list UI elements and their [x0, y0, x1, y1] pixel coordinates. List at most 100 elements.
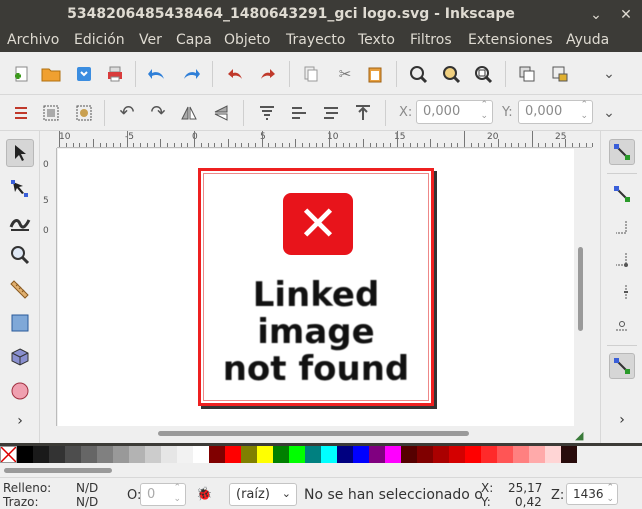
- zoom-drawing-icon[interactable]: [440, 63, 462, 85]
- lower-icon[interactable]: [320, 102, 342, 124]
- linked-image-not-found[interactable]: ✕ Linked image not found: [198, 168, 434, 406]
- color-swatch[interactable]: [177, 446, 193, 463]
- zoom-tool-icon[interactable]: [6, 241, 34, 269]
- color-swatch[interactable]: [481, 446, 497, 463]
- y-input[interactable]: 0,000 ⌃ ⌄: [518, 100, 593, 124]
- color-swatch[interactable]: [209, 446, 225, 463]
- tweak-tool-icon[interactable]: [6, 207, 34, 235]
- snap-bbox-center-icon[interactable]: [609, 311, 635, 337]
- align-list-icon[interactable]: [10, 102, 32, 124]
- cut-icon[interactable]: ✂: [334, 63, 356, 85]
- snap-bbox-edge-icon[interactable]: [609, 215, 635, 241]
- stroke-value[interactable]: N/D: [76, 495, 98, 509]
- menu-edicion[interactable]: Edición: [74, 32, 125, 48]
- snap-bbox-icon[interactable]: [609, 181, 635, 207]
- color-swatch[interactable]: [305, 446, 321, 463]
- color-swatch[interactable]: [289, 446, 305, 463]
- color-swatch[interactable]: [529, 446, 545, 463]
- y-spinner-arrows[interactable]: ⌃ ⌄: [580, 100, 588, 122]
- flip-horizontal-icon[interactable]: [178, 102, 200, 124]
- raise-to-top-icon[interactable]: [256, 102, 278, 124]
- color-swatch[interactable]: [401, 446, 417, 463]
- lower-to-bottom-icon[interactable]: [352, 102, 374, 124]
- undo-icon[interactable]: [146, 63, 168, 85]
- node-tool-icon[interactable]: [6, 175, 34, 203]
- x-spinner-arrows[interactable]: ⌃ ⌄: [480, 100, 488, 122]
- controls-more-icon[interactable]: ⌄: [598, 102, 620, 124]
- copy-icon[interactable]: [300, 63, 322, 85]
- color-swatch[interactable]: [561, 446, 577, 463]
- save-icon[interactable]: [73, 63, 95, 85]
- menu-filtros[interactable]: Filtros: [410, 32, 452, 48]
- revert-icon[interactable]: [225, 63, 247, 85]
- measure-tool-icon[interactable]: [6, 275, 34, 303]
- color-swatch[interactable]: [353, 446, 369, 463]
- zoom-selection-icon[interactable]: [407, 63, 429, 85]
- menu-objeto[interactable]: Objeto: [224, 32, 270, 48]
- color-swatch[interactable]: [497, 446, 513, 463]
- palette-scrollbar[interactable]: [0, 463, 642, 477]
- color-swatch[interactable]: [449, 446, 465, 463]
- menu-texto[interactable]: Texto: [358, 32, 395, 48]
- color-swatch[interactable]: [241, 446, 257, 463]
- paste-icon[interactable]: [364, 63, 386, 85]
- color-swatch[interactable]: [465, 446, 481, 463]
- menu-capa[interactable]: Capa: [176, 32, 212, 48]
- color-swatch[interactable]: [49, 446, 65, 463]
- ellipse-tool-icon[interactable]: [6, 377, 34, 405]
- color-swatch[interactable]: [65, 446, 81, 463]
- fill-value[interactable]: N/D: [76, 481, 98, 495]
- color-swatch[interactable]: [513, 446, 529, 463]
- snap-nodes-icon[interactable]: [609, 353, 635, 379]
- opacity-input[interactable]: 0 ⌃ ⌄: [140, 483, 186, 506]
- color-swatch[interactable]: [369, 446, 385, 463]
- flip-vertical-icon[interactable]: [210, 102, 232, 124]
- color-swatch[interactable]: [337, 446, 353, 463]
- vertical-scroll-thumb[interactable]: [578, 247, 583, 331]
- more-tools-icon[interactable]: ›: [6, 407, 34, 435]
- resize-grip-icon[interactable]: ◢: [575, 429, 583, 442]
- color-swatch[interactable]: [33, 446, 49, 463]
- duplicate-icon[interactable]: [516, 63, 538, 85]
- rectangle-tool-icon[interactable]: [6, 309, 34, 337]
- color-swatch[interactable]: [81, 446, 97, 463]
- x-input[interactable]: 0,000 ⌃ ⌄: [416, 100, 493, 124]
- color-swatch[interactable]: [113, 446, 129, 463]
- more-snaps-icon[interactable]: ›: [609, 407, 635, 433]
- print-icon[interactable]: [104, 63, 126, 85]
- color-swatch[interactable]: [161, 446, 177, 463]
- color-swatch[interactable]: [17, 446, 33, 463]
- snap-bbox-midpoint-icon[interactable]: [609, 279, 635, 305]
- redo-alt-icon[interactable]: [256, 63, 278, 85]
- menu-extensiones[interactable]: Extensiones: [468, 32, 553, 48]
- select-all-icon[interactable]: [40, 102, 62, 124]
- color-swatch[interactable]: [321, 446, 337, 463]
- zoom-page-icon[interactable]: [472, 63, 494, 85]
- select-all-layers-icon[interactable]: [73, 102, 95, 124]
- color-swatch[interactable]: [273, 446, 289, 463]
- no-paint-swatch[interactable]: [0, 446, 17, 463]
- menu-trayecto[interactable]: Trayecto: [286, 32, 345, 48]
- color-swatch[interactable]: [97, 446, 113, 463]
- color-swatch[interactable]: [257, 446, 273, 463]
- close-button[interactable]: ✕: [617, 6, 635, 24]
- horizontal-scroll-thumb[interactable]: [158, 431, 469, 436]
- minimize-button[interactable]: ⌄: [587, 6, 605, 24]
- lock-icon[interactable]: [549, 63, 571, 85]
- zoom-input[interactable]: 1436 ⌃ ⌄: [566, 483, 618, 505]
- rotate-cw-icon[interactable]: ↷: [147, 102, 169, 124]
- color-swatch[interactable]: [225, 446, 241, 463]
- new-document-icon[interactable]: [11, 63, 33, 85]
- opacity-spinner-arrows[interactable]: ⌃ ⌄: [173, 483, 181, 505]
- 3d-box-tool-icon[interactable]: [6, 343, 34, 371]
- selector-tool-icon[interactable]: [6, 139, 34, 167]
- zoom-spinner-arrows[interactable]: ⌃ ⌄: [606, 483, 614, 505]
- menu-ayuda[interactable]: Ayuda: [566, 32, 609, 48]
- color-swatch[interactable]: [545, 446, 561, 463]
- color-swatch[interactable]: [129, 446, 145, 463]
- color-swatch[interactable]: [193, 446, 209, 463]
- open-folder-icon[interactable]: [40, 63, 62, 85]
- color-swatch[interactable]: [145, 446, 161, 463]
- palette-scroll-thumb[interactable]: [4, 468, 112, 473]
- toolbar-more-icon[interactable]: ⌄: [598, 63, 620, 85]
